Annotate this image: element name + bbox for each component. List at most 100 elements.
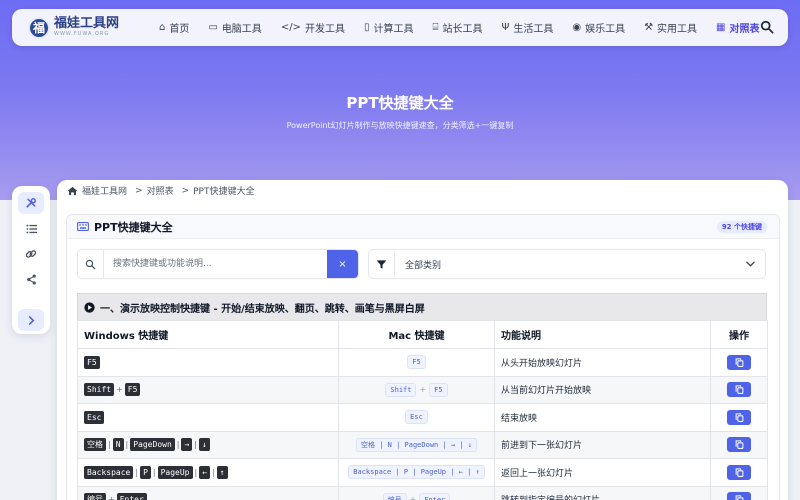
breadcrumb-separator: >: [135, 185, 143, 196]
windows-key: F5: [84, 355, 100, 369]
mac-shortcut-cell: F5: [338, 348, 495, 377]
clear-search-button[interactable]: ×: [327, 250, 358, 278]
windows-key: ↓: [199, 438, 210, 452]
copy-button[interactable]: [727, 382, 751, 398]
action-cell: [710, 348, 768, 377]
copy-button[interactable]: [727, 437, 751, 453]
site-url: WWW.FUWA.ORG: [54, 31, 110, 37]
page-subtitle: PowerPoint幻灯片制作与放映快捷键速查，分类筛选+一键复制: [286, 121, 514, 130]
shortcut-table: Windows 快捷键 Mac 快捷键 功能说明 操作 F5 F5 从头开始放映幻灯…: [77, 320, 768, 500]
copy-icon: [735, 413, 743, 422]
breadcrumb: 福娃工具网 > 对照表 > PPT快捷键大全: [67, 184, 254, 197]
nav-item-label: 电脑工具: [221, 24, 262, 35]
wrench-icon: ⚒: [644, 22, 654, 33]
nav-item-8[interactable]: ▦ 对照表: [716, 20, 759, 35]
shortcut-card: PPT快捷键大全 92 个快捷键 × 全部类别: [66, 214, 780, 500]
copy-icon: [735, 440, 743, 450]
mac-key: F5: [429, 382, 448, 397]
mac-key: Backspace | P | PageUp | ← | ↑: [348, 465, 485, 480]
copy-button[interactable]: [727, 354, 751, 370]
nav-links: ⌂ 首页 ▭ 电脑工具 </> 开发工具 ▯ 计算工具 ⌸ 站长工具 Ψ 生活工具 ◉ 娱乐工具 ⚒ 实用工具…: [159, 20, 779, 35]
sidebar-tools-button[interactable]: [18, 192, 44, 214]
mac-key: 空格 | N | PageDown | → | ↓: [356, 437, 477, 452]
chevron-right-icon: [28, 315, 34, 325]
breadcrumb-home[interactable]: 福娃工具网: [82, 184, 127, 197]
site-name: 福娃工具网: [54, 16, 120, 31]
windows-shortcut-cell: Backspace | P | PageUp | ← | ↑: [77, 458, 339, 487]
nav-item-label: 对照表: [729, 24, 760, 35]
section-header: 一、演示放映控制快捷键 - 开始/结束放映、翻页、跳转、画笔与黑屏白屏: [77, 293, 767, 321]
share-icon: [26, 273, 36, 285]
nav-item-1[interactable]: ▭ 电脑工具: [208, 20, 261, 35]
table-row: F5 F5 从头开始放映幻灯片: [77, 348, 768, 377]
windows-key: Backspace: [84, 465, 134, 479]
copy-button[interactable]: [727, 409, 751, 425]
copy-icon: [735, 468, 743, 477]
table-row: 编号+Enter编号+Enter跳转到指定编号的幻灯片: [77, 485, 768, 500]
sidebar-share-button[interactable]: [18, 268, 44, 290]
copy-icon: [735, 358, 743, 367]
count-badge: 92 个快捷键: [716, 221, 767, 233]
key-separator: |: [176, 440, 180, 450]
col-header-action: 操作: [710, 320, 768, 349]
copy-button[interactable]: [727, 464, 751, 480]
nav-item-3[interactable]: ▯ 计算工具: [364, 20, 414, 35]
col-header-desc: 功能说明: [494, 320, 711, 349]
table-row: Shift + F5 Shift + F5 从当前幻灯片开始放映: [77, 375, 768, 404]
site-logo[interactable]: 福 福娃工具网 WWW.FUWA.ORG: [28, 16, 156, 39]
category-filter[interactable]: 全部类别: [368, 249, 766, 279]
key-plus: +: [419, 385, 427, 395]
shortcut-description: 从当前幻灯片开始放映: [494, 375, 711, 404]
nav-item-5[interactable]: Ψ 生活工具: [501, 20, 553, 35]
home-icon: [67, 186, 78, 195]
search-icon[interactable]: [760, 20, 774, 34]
mac-key: Esc: [405, 410, 428, 425]
copy-button[interactable]: [727, 492, 751, 500]
windows-shortcut-cell: Shift + F5: [77, 375, 339, 404]
windows-key: Esc: [84, 410, 105, 424]
action-cell: [710, 430, 768, 459]
sidebar-list-button[interactable]: [18, 218, 44, 240]
shortcut-description: 前进到下一张幻灯片: [494, 430, 711, 459]
mac-key: Shift: [385, 382, 417, 397]
windows-key: ↑: [216, 465, 228, 479]
search-box: ×: [77, 249, 359, 279]
col-header-windows: Windows 快捷键: [77, 320, 339, 349]
category-select-value[interactable]: 全部类别: [405, 258, 746, 271]
table-row: Esc Esc 结束放映: [77, 403, 768, 432]
search-input[interactable]: [104, 250, 327, 278]
sidebar-link-button[interactable]: [18, 243, 44, 265]
nav-item-7[interactable]: ⚒ 实用工具: [644, 20, 697, 35]
col-header-mac: Mac 快捷键: [338, 320, 495, 349]
nav-item-2[interactable]: </> 开发工具: [281, 20, 345, 35]
windows-key: Shift: [84, 383, 115, 397]
nav-item-label: 实用工具: [657, 24, 698, 35]
logo-mark: 福: [28, 16, 50, 39]
windows-shortcut-cell: 空格 | N | PageDown | → | ↓: [77, 430, 339, 459]
link-icon: [25, 250, 37, 258]
shortcut-description: 返回上一张幻灯片: [494, 458, 711, 487]
breadcrumb-current: PPT快捷键大全: [193, 187, 255, 197]
list-icon: [25, 224, 37, 234]
nav-item-label: 娱乐工具: [585, 24, 626, 35]
windows-key: PageDown: [130, 438, 175, 452]
windows-shortcut-cell: Esc: [77, 403, 339, 432]
windows-key: Enter: [116, 493, 147, 500]
shortcut-description: 从头开始放映幻灯片: [494, 348, 711, 377]
nav-item-0[interactable]: ⌂ 首页: [159, 20, 189, 35]
nav-item-6[interactable]: ◉ 娱乐工具: [572, 20, 625, 35]
nav-item-label: 生活工具: [513, 24, 554, 35]
mac-shortcut-cell: Backspace | P | PageUp | ← | ↑: [338, 458, 495, 487]
card-title: PPT快捷键大全: [94, 220, 173, 234]
windows-key: ←: [199, 465, 211, 479]
mac-key: Enter: [419, 492, 451, 500]
windows-key: 编号: [84, 493, 106, 500]
breadcrumb-category[interactable]: 对照表: [147, 184, 174, 197]
nav-item-4[interactable]: ⌸ 站长工具: [432, 20, 482, 35]
tools-icon: [26, 198, 36, 208]
sidebar-expand-button[interactable]: [18, 309, 44, 331]
action-cell: [710, 485, 768, 500]
copy-icon: [735, 385, 743, 395]
mac-shortcut-cell: 空格 | N | PageDown | → | ↓: [338, 430, 495, 459]
key-separator: |: [108, 440, 111, 450]
